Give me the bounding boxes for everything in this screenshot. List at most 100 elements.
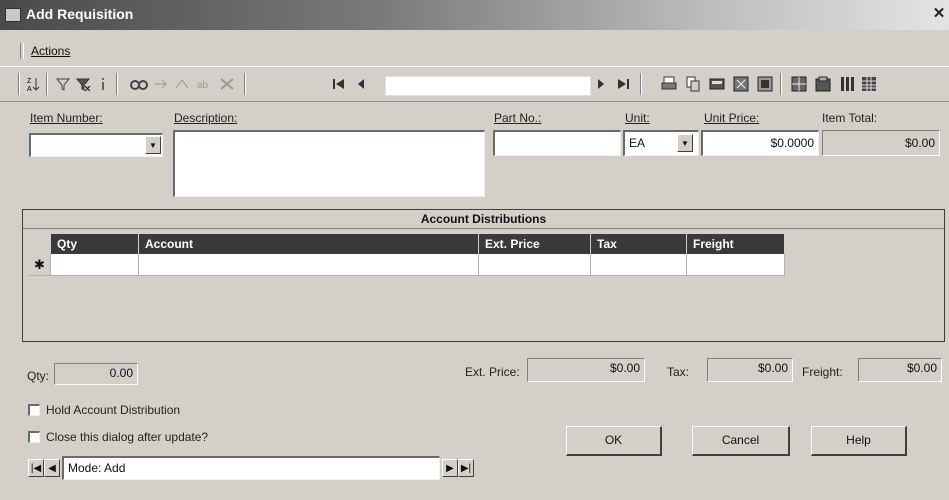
column-header-freight[interactable]: Freight: [687, 234, 785, 254]
last-record-icon: ▶|: [460, 462, 472, 474]
mode-text: Mode: Add: [68, 461, 126, 475]
close-after-update-checkbox[interactable]: [28, 431, 40, 443]
delete-icon[interactable]: [218, 75, 236, 93]
menu-separator: [20, 43, 24, 59]
toolbar-separator: [116, 73, 118, 95]
qty-total-field: 0.00: [54, 363, 138, 385]
column-header-qty[interactable]: Qty: [51, 234, 139, 254]
freight-total-value: $0.00: [906, 361, 937, 375]
svg-text:Z: Z: [27, 78, 32, 85]
column-header-account[interactable]: Account: [139, 234, 479, 254]
new-row-account-cell[interactable]: [139, 254, 479, 276]
close-after-update-label: Close this dialog after update?: [46, 430, 209, 444]
toolbar-separator: [780, 73, 782, 95]
toolbar-separator: [18, 73, 20, 95]
edit-icon[interactable]: ab: [196, 75, 214, 93]
ext-price-total-value: $0.00: [609, 361, 640, 375]
print-preview-icon[interactable]: [708, 75, 726, 93]
item-total-value: $0.00: [904, 136, 935, 150]
mode-field: Mode: Add: [62, 456, 440, 480]
new-row-indicator: ✱: [29, 254, 51, 276]
export-icon[interactable]: [732, 75, 750, 93]
first-record-button[interactable]: |◀: [28, 459, 44, 477]
toolbar-separator: [244, 73, 246, 95]
clear-filter-icon[interactable]: [74, 75, 92, 93]
unit-price-field[interactable]: $0.0000: [701, 130, 819, 156]
record-navigation-input[interactable]: [385, 76, 591, 96]
copy-icon[interactable]: [684, 75, 702, 93]
next-record-icon[interactable]: [592, 75, 610, 93]
columns-icon[interactable]: [838, 75, 856, 93]
freight-total-label: Freight:: [802, 365, 843, 379]
unit-dropdown-button[interactable]: ▼: [677, 134, 693, 152]
unit-price-value: $0.0000: [770, 136, 814, 150]
close-icon[interactable]: ✕: [931, 5, 947, 23]
toolbar: ZA ab: [0, 66, 949, 102]
find-icon[interactable]: [130, 75, 148, 93]
new-row-ext-price-cell[interactable]: [479, 254, 591, 276]
previous-record-icon[interactable]: [352, 75, 370, 93]
qty-total-value: 0.00: [109, 366, 133, 380]
new-row-qty-cell[interactable]: [51, 254, 139, 276]
last-record-icon[interactable]: [614, 75, 632, 93]
previous-record-icon: ◀: [48, 462, 56, 474]
column-header-tax[interactable]: Tax: [591, 234, 687, 254]
hold-distribution-checkbox[interactable]: [28, 404, 40, 416]
title-bar: Add Requisition ✕: [0, 0, 949, 30]
item-total-label: Item Total:: [822, 111, 878, 125]
grid-icon[interactable]: [860, 75, 878, 93]
unit-value: EA: [629, 136, 646, 150]
layout-icon[interactable]: [790, 75, 808, 93]
new-row-freight-cell[interactable]: [687, 254, 785, 276]
attach-icon[interactable]: [756, 75, 774, 93]
find-next-icon[interactable]: [152, 75, 170, 93]
grid-title: Account Distributions: [23, 210, 944, 229]
account-distributions-grid[interactable]: Account Distributions Qty Account Ext. P…: [22, 209, 945, 342]
last-record-button[interactable]: ▶|: [458, 459, 474, 477]
replace-icon[interactable]: [174, 75, 192, 93]
unit-label: Unit:: [625, 111, 650, 125]
tax-total-field: $0.00: [707, 358, 793, 382]
new-row-tax-cell[interactable]: [591, 254, 687, 276]
filter-icon[interactable]: [54, 75, 72, 93]
chevron-down-icon: ▼: [149, 140, 157, 150]
info-icon[interactable]: [94, 75, 112, 93]
item-number-dropdown-button[interactable]: ▼: [145, 136, 161, 154]
toolbar-separator: [46, 73, 48, 95]
first-record-icon: |◀: [30, 462, 42, 474]
hold-distribution-label: Hold Account Distribution: [46, 403, 181, 417]
menu-actions[interactable]: Actions: [31, 44, 70, 58]
print-icon[interactable]: [660, 75, 678, 93]
item-number-label: Item Number:: [30, 111, 103, 125]
cancel-button[interactable]: Cancel: [692, 426, 790, 456]
next-record-button[interactable]: ▶: [442, 459, 458, 477]
part-no-label: Part No.:: [494, 111, 542, 125]
item-number-combobox[interactable]: [29, 133, 163, 157]
ext-price-total-field: $0.00: [527, 358, 645, 382]
description-textarea[interactable]: [173, 130, 485, 197]
unit-price-label: Unit Price:: [704, 111, 760, 125]
part-no-field[interactable]: [493, 130, 621, 156]
window-title: Add Requisition: [26, 6, 134, 22]
svg-text:ab: ab: [197, 80, 209, 91]
ok-button[interactable]: OK: [566, 426, 662, 456]
window-icon: [5, 8, 21, 22]
tax-total-label: Tax:: [667, 365, 690, 379]
qty-total-label: Qty:: [27, 369, 50, 383]
sort-az-icon[interactable]: ZA: [24, 75, 42, 93]
item-total-field: $0.00: [822, 130, 940, 156]
menu-bar: Actions: [0, 40, 949, 62]
chevron-down-icon: ▼: [681, 138, 689, 148]
next-record-icon: ▶: [446, 462, 454, 474]
first-record-icon[interactable]: [330, 75, 348, 93]
previous-record-button[interactable]: ◀: [44, 459, 60, 477]
toolbar-separator: [640, 73, 642, 95]
properties-icon[interactable]: [814, 75, 832, 93]
freight-total-field: $0.00: [858, 358, 942, 382]
svg-text:A: A: [27, 86, 32, 92]
tax-total-value: $0.00: [757, 361, 788, 375]
ext-price-total-label: Ext. Price:: [465, 365, 520, 379]
help-button[interactable]: Help: [811, 426, 907, 456]
column-header-ext-price[interactable]: Ext. Price: [479, 234, 591, 254]
description-label: Description:: [174, 111, 238, 125]
